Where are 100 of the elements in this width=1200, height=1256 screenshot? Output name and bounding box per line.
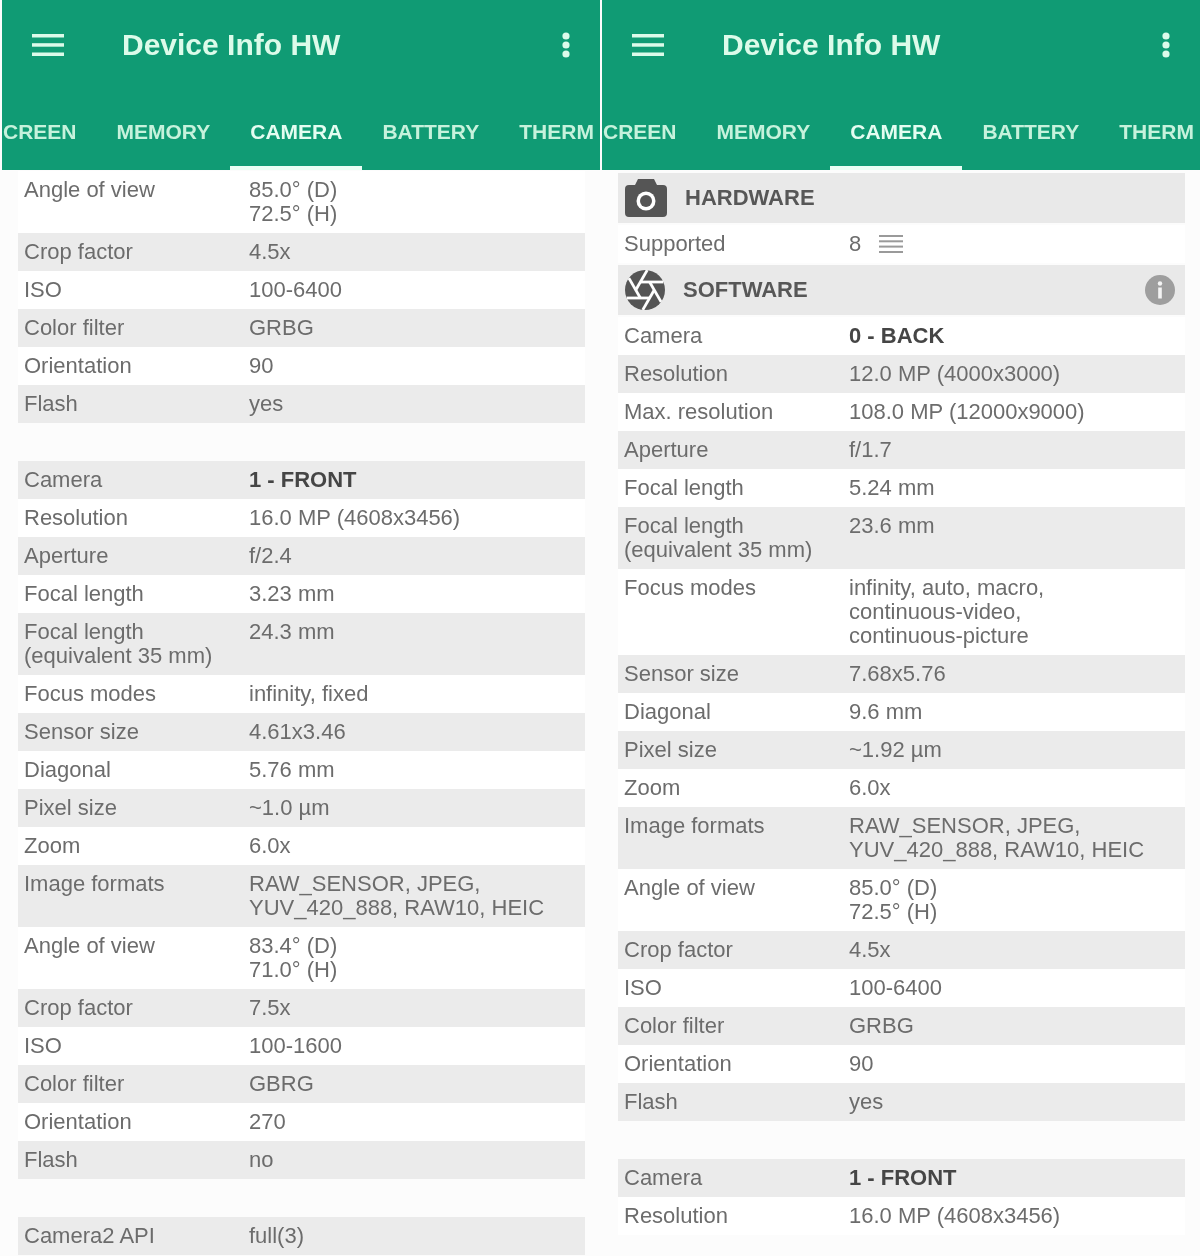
row-label: Image formats [624, 814, 766, 840]
row-label: Crop factor [24, 996, 134, 1020]
app-title: Device Info HW [722, 28, 942, 62]
row-value: 100-1600 [249, 1034, 343, 1058]
row-value: 6.0x [849, 776, 892, 800]
row-value: 3.23 mm [249, 582, 336, 606]
row-label: Crop factor [624, 938, 734, 962]
row-value: 6.0x [249, 834, 292, 858]
tab[interactable]: THERM [1099, 90, 1194, 170]
row-label: Angle of view [24, 178, 156, 204]
row-value: 8 [849, 232, 862, 256]
row-value: 16.0 MP (4608x3456) [849, 1204, 1062, 1228]
row-label: Focus modes [624, 576, 758, 602]
row-label: Camera2 API [24, 1224, 156, 1248]
row-value: 85.0° (D) 72.5° (H) [249, 178, 339, 226]
row-label: Flash [24, 1148, 79, 1172]
row-label: Crop factor [24, 240, 134, 264]
row-value: 85.0° (D) 72.5° (H) [849, 876, 939, 924]
row-label: ISO [24, 1034, 63, 1058]
tab[interactable]: CREEN [602, 90, 697, 170]
row-value: 0 - BACK [849, 324, 946, 348]
row-value: 100-6400 [849, 976, 943, 1000]
row-label: Diagonal [24, 758, 112, 782]
list-icon[interactable] [879, 235, 904, 253]
info-icon[interactable] [1145, 275, 1175, 305]
row-value: 24.3 mm [249, 620, 336, 646]
tab[interactable]: MEMORY [96, 90, 231, 170]
row-value: 7.5x [249, 996, 292, 1020]
row-value: RAW_SENSOR, JPEG, YUV_420_888, RAW10, HEIC [849, 814, 1146, 862]
row-label: Focal length [24, 582, 145, 606]
row-label: Color filter [24, 1072, 126, 1096]
menu-icon[interactable] [632, 34, 664, 56]
tab[interactable]: THERM [499, 90, 594, 170]
row-value: no [249, 1148, 275, 1172]
row-label: Flash [24, 392, 79, 416]
row-value: 90 [249, 354, 275, 378]
row-label: ISO [624, 976, 663, 1000]
row-label: Diagonal [624, 700, 712, 724]
row-value: 108.0 MP (12000x9000) [849, 400, 1086, 424]
row-value: yes [849, 1090, 885, 1114]
row-value: 1 - FRONT [249, 468, 358, 492]
tab[interactable]: MEMORY [696, 90, 831, 170]
row-value: 4.61x3.46 [249, 720, 347, 744]
row-value: ~1.0 µm [249, 796, 331, 820]
row-value: ~1.92 µm [849, 738, 943, 762]
camera-icon [625, 179, 667, 217]
row-value: 23.6 mm [849, 514, 936, 540]
row-label: Zoom [624, 776, 682, 800]
row-label: Flash [624, 1090, 679, 1114]
row-label: Camera [624, 1166, 704, 1190]
row-label: Camera [24, 468, 104, 492]
row-label: Supported [624, 232, 727, 256]
row-value: 100-6400 [249, 278, 343, 302]
row-value: GRBG [849, 1014, 915, 1038]
row-label: ISO [24, 278, 63, 302]
row-value: 1 - FRONT [849, 1166, 958, 1190]
row-value: RAW_SENSOR, JPEG, YUV_420_888, RAW10, HEIC [249, 872, 546, 920]
row-value: 16.0 MP (4608x3456) [249, 506, 462, 530]
tab[interactable]: BATTERY [962, 90, 1100, 170]
row-label: Color filter [24, 316, 126, 340]
row-label: Pixel size [24, 796, 118, 820]
row-value: 4.5x [849, 938, 892, 962]
row-label: Image formats [24, 872, 166, 898]
row-value: GRBG [249, 316, 315, 340]
row-value: 9.6 mm [849, 700, 924, 724]
app-title: Device Info HW [122, 28, 342, 62]
row-value: full(3) [249, 1224, 305, 1248]
row-value: f/2.4 [249, 544, 293, 568]
tab[interactable]: CREEN [2, 90, 97, 170]
row-value: 270 [249, 1110, 287, 1134]
tab[interactable]: BATTERY [362, 90, 500, 170]
row-label: Angle of view [24, 934, 156, 960]
row-label: Focus modes [24, 682, 158, 706]
row-value: 7.68x5.76 [849, 662, 947, 686]
section-title: HARDWARE [685, 185, 816, 211]
row-value: 4.5x [249, 240, 292, 264]
row-value: 90 [849, 1052, 875, 1076]
more-options-icon[interactable] [1162, 32, 1170, 58]
row-label: Color filter [624, 1014, 726, 1038]
row-label: Sensor size [24, 720, 140, 744]
row-value: 83.4° (D) 71.0° (H) [249, 934, 339, 982]
row-value: f/1.7 [849, 438, 893, 462]
row-label: Resolution [624, 1204, 729, 1228]
menu-icon[interactable] [32, 34, 64, 56]
row-label: Aperture [624, 438, 710, 462]
row-label: Orientation [624, 1052, 733, 1076]
row-label: Orientation [24, 354, 133, 378]
row-label: Aperture [24, 544, 110, 568]
row-label: Zoom [24, 834, 82, 858]
row-label: Pixel size [624, 738, 718, 762]
row-value: infinity, auto, macro, continuous-video, continuous-picture [849, 576, 1046, 648]
row-label: Angle of view [624, 876, 756, 902]
row-label: Resolution [624, 362, 729, 386]
row-label: Max. resolution [624, 400, 775, 424]
row-label: Sensor size [624, 662, 740, 686]
row-value: GBRG [249, 1072, 315, 1096]
row-value: yes [249, 392, 285, 416]
more-options-icon[interactable] [562, 32, 570, 58]
aperture-icon [625, 270, 665, 310]
row-label: Focal length (equivalent 35 mm) [624, 514, 814, 562]
